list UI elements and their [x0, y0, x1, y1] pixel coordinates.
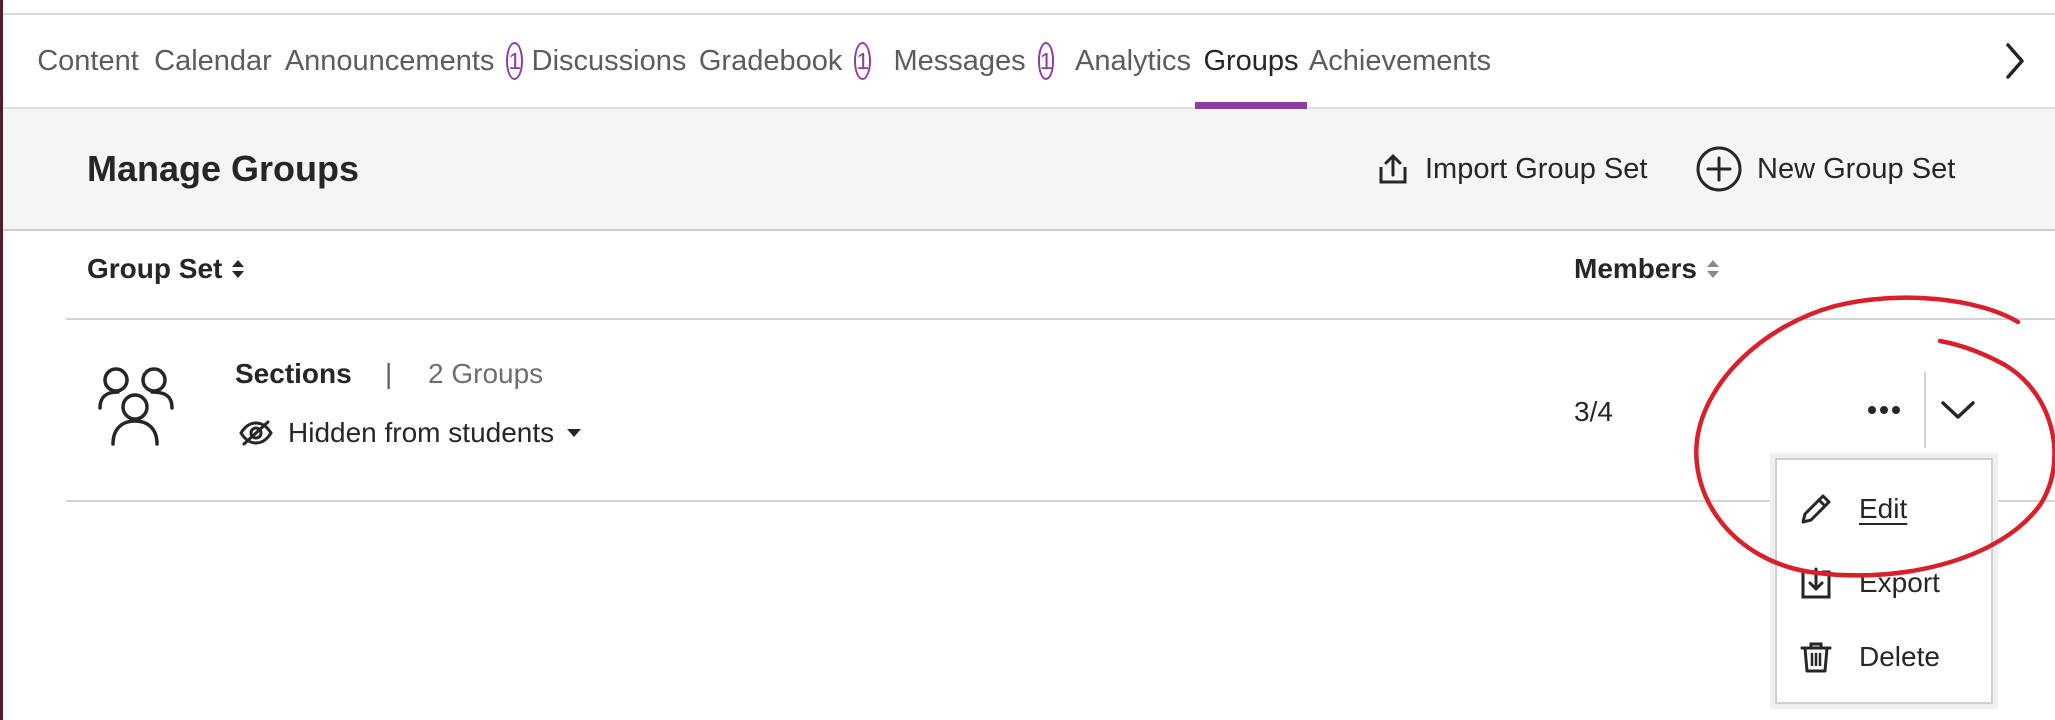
- tabs-scroll-right-button[interactable]: [1975, 15, 2055, 107]
- tab-label: Groups: [1203, 44, 1299, 77]
- expand-row-button[interactable]: [1930, 382, 1986, 438]
- tab-groups[interactable]: Groups: [1195, 15, 1307, 109]
- group-people-icon: [96, 364, 176, 451]
- menu-item-label: Delete: [1859, 641, 1940, 672]
- more-options-button[interactable]: [1856, 382, 1912, 438]
- divider: [1924, 372, 1926, 448]
- group-set-name[interactable]: Sections: [235, 358, 352, 390]
- tab-analytics[interactable]: Analytics: [1075, 15, 1191, 107]
- export-icon: [1801, 567, 1831, 599]
- course-tabs: Content Calendar Announcements 1 Discuss…: [3, 15, 2055, 109]
- page-title: Manage Groups: [87, 148, 360, 189]
- new-group-set-label: New Group Set: [1757, 152, 1956, 185]
- import-group-set-button[interactable]: Import Group Set: [1375, 109, 1647, 229]
- menu-item-export[interactable]: Export: [1777, 550, 1991, 616]
- tab-achievements[interactable]: Achievements: [1309, 15, 1491, 107]
- notification-badge: 1: [854, 42, 872, 80]
- ellipsis-icon: [1868, 406, 1900, 414]
- sort-icon: [1706, 260, 1719, 278]
- page-header: Manage Groups Import Group Set New Group…: [3, 109, 2055, 231]
- menu-item-delete[interactable]: Delete: [1777, 624, 1991, 690]
- tab-label: Messages: [893, 44, 1026, 77]
- column-header-label: Members: [1574, 253, 1697, 284]
- new-group-set-button[interactable]: New Group Set: [1695, 109, 1955, 229]
- tab-content[interactable]: Content: [37, 15, 139, 107]
- trash-icon: [1800, 642, 1832, 673]
- menu-item-label: Edit: [1859, 493, 1908, 524]
- upload-icon: [1379, 154, 1407, 184]
- eye-slash-icon: [239, 420, 273, 446]
- top-strip: [3, 0, 2055, 15]
- pencil-icon: [1801, 494, 1831, 524]
- tab-label: Calendar: [154, 44, 272, 77]
- import-group-set-label: Import Group Set: [1425, 152, 1648, 185]
- column-header-members[interactable]: Members: [1574, 253, 1721, 285]
- column-header-group-set[interactable]: Group Set: [87, 253, 246, 285]
- options-menu: Edit Export Delete: [1775, 458, 1993, 704]
- divider: [66, 500, 2055, 502]
- caret-down-icon: [567, 429, 582, 437]
- sort-icon: [232, 260, 245, 278]
- column-header-label: Group Set: [87, 253, 223, 284]
- chevron-right-icon: [2006, 43, 2024, 79]
- visibility-label: Hidden from students: [288, 417, 555, 448]
- menu-item-label: Export: [1859, 567, 1940, 598]
- tab-gradebook[interactable]: Gradebook 1: [699, 15, 872, 107]
- menu-item-edit[interactable]: Edit: [1777, 476, 1991, 542]
- tab-label: Achievements: [1308, 44, 1492, 77]
- visibility-dropdown[interactable]: Hidden from students: [238, 417, 582, 449]
- chevron-down-icon: [1941, 401, 1975, 419]
- tab-messages[interactable]: Messages 1: [894, 15, 1055, 107]
- tab-label: Announcements: [284, 44, 495, 77]
- tab-label: Discussions: [531, 44, 687, 77]
- tab-label: Gradebook: [698, 44, 843, 77]
- group-count: 2 Groups: [428, 358, 544, 389]
- tab-label: Analytics: [1074, 44, 1192, 77]
- tab-announcements[interactable]: Announcements 1: [285, 15, 524, 107]
- tab-calendar[interactable]: Calendar: [154, 15, 272, 107]
- separator: |: [385, 358, 393, 389]
- plus-circle-icon: [1696, 146, 1742, 192]
- notification-badge: 1: [1037, 42, 1055, 80]
- tab-label: Content: [37, 44, 139, 77]
- notification-badge: 1: [506, 42, 524, 80]
- divider: [66, 318, 2055, 320]
- tab-discussions[interactable]: Discussions: [532, 15, 687, 107]
- member-count: 3/4: [1574, 396, 1613, 427]
